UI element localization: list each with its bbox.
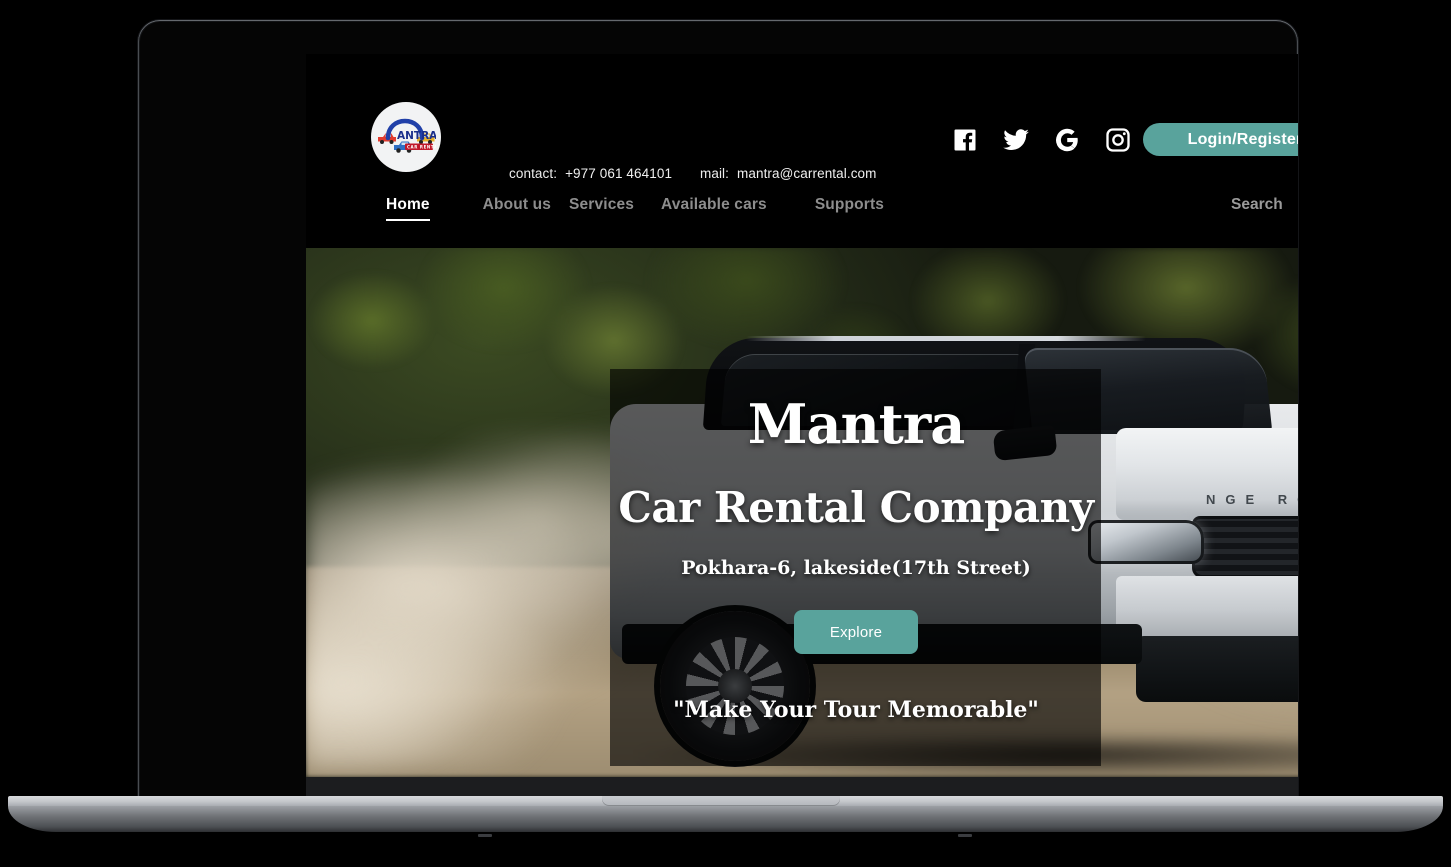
laptop-screen: ANTRA CAR RENTAL contact: +977 061 464101… — [306, 54, 1298, 796]
hero-section: NGE ROVER — [306, 248, 1298, 777]
explore-button[interactable]: Explore — [794, 610, 918, 654]
laptop-base-foot-right — [958, 834, 972, 837]
car-roof-rail — [745, 336, 1147, 341]
main-navigation: Home About us Services Available cars Su… — [386, 196, 884, 221]
hero-title: Mantra — [747, 392, 965, 456]
laptop-base-body — [8, 806, 1443, 837]
screenshot-stage: ANTRA CAR RENTAL contact: +977 061 464101… — [0, 0, 1451, 867]
twitter-icon[interactable] — [1002, 126, 1030, 154]
mantra-logo-icon: ANTRA CAR RENTAL — [378, 118, 436, 153]
nav-item-available-cars[interactable]: Available cars — [661, 196, 767, 221]
nav-item-services[interactable]: Services — [569, 196, 634, 221]
mail-info: mail: mantra@carrental.com — [700, 166, 877, 181]
nav-item-supports[interactable]: Supports — [815, 196, 884, 221]
instagram-icon[interactable] — [1104, 126, 1132, 154]
mail-value[interactable]: mantra@carrental.com — [737, 166, 877, 181]
page-below-hero-strip — [306, 777, 1298, 796]
hero-tagline: "Make Your Tour Memorable" — [673, 697, 1039, 723]
hero-content: Mantra Car Rental Company Pokhara-6, lak… — [306, 369, 1298, 769]
nav-item-about-us[interactable]: About us — [483, 196, 551, 221]
laptop-base — [0, 796, 1451, 867]
facebook-icon[interactable] — [951, 126, 979, 154]
hero-address: Pokhara-6, lakeside(17th Street) — [681, 557, 1031, 579]
laptop-base-notch — [602, 796, 840, 806]
laptop-base-foot-left — [478, 834, 492, 837]
contact-value[interactable]: +977 061 464101 — [565, 166, 672, 181]
laptop-lid: ANTRA CAR RENTAL contact: +977 061 464101… — [138, 20, 1298, 802]
social-links — [951, 126, 1132, 154]
login-register-button[interactable]: Login/Register — [1143, 123, 1298, 156]
google-icon[interactable] — [1053, 126, 1081, 154]
contact-info: contact: +977 061 464101 — [509, 166, 672, 181]
search-control[interactable]: Search — [1231, 196, 1298, 214]
search-label: Search — [1231, 196, 1283, 213]
site-header: ANTRA CAR RENTAL contact: +977 061 464101… — [306, 54, 1298, 248]
contact-label: contact: — [509, 166, 558, 181]
brand-logo[interactable]: ANTRA CAR RENTAL — [371, 102, 441, 172]
svg-text:CAR RENTAL: CAR RENTAL — [407, 145, 436, 150]
hero-subtitle: Car Rental Company — [618, 483, 1094, 532]
svg-text:ANTRA: ANTRA — [397, 130, 436, 142]
nav-item-home[interactable]: Home — [386, 196, 430, 221]
mail-label: mail: — [700, 166, 730, 181]
